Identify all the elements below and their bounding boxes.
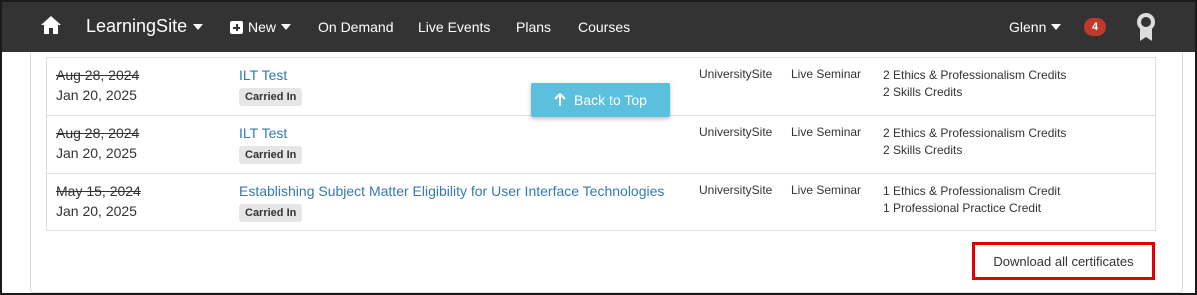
credit-item: 2 Skills Credits xyxy=(883,143,963,157)
course-title-link[interactable]: ILT Test xyxy=(239,125,287,141)
site-name: UniversitySite xyxy=(699,183,773,197)
chevron-down-icon xyxy=(281,24,292,30)
chevron-down-icon xyxy=(1051,24,1062,30)
plus-square-icon xyxy=(230,20,243,34)
carried-in-tag: Carried In xyxy=(239,146,303,164)
course-type: Live Seminar xyxy=(791,183,862,197)
table-row: Aug 28, 2024 Jan 20, 2025 ILT Test Carri… xyxy=(47,115,1155,173)
carried-in-tag: Carried In xyxy=(239,88,303,106)
user-menu[interactable]: Glenn xyxy=(1009,19,1062,35)
arrow-up-icon xyxy=(554,93,566,106)
credit-item: 2 Ethics & Professionalism Credits xyxy=(883,126,1067,140)
completion-date: Jan 20, 2025 xyxy=(56,203,137,219)
new-menu[interactable]: New xyxy=(230,19,292,35)
original-date: Aug 28, 2024 xyxy=(56,67,140,83)
nav-link-on-demand[interactable]: On Demand xyxy=(318,19,393,35)
brand-label: LearningSite xyxy=(86,16,188,36)
course-title-link[interactable]: ILT Test xyxy=(239,67,287,83)
chevron-down-icon xyxy=(193,23,204,30)
credits-list: 1 Ethics & Professionalism Credit 1 Prof… xyxy=(883,183,1060,217)
carried-in-tag: Carried In xyxy=(239,204,303,222)
download-all-certificates-button[interactable]: Download all certificates xyxy=(972,242,1155,280)
table-row: May 15, 2024 Jan 20, 2025 Establishing S… xyxy=(47,173,1155,231)
credit-item: 2 Skills Credits xyxy=(883,85,963,99)
brand-menu[interactable]: LearningSite xyxy=(86,16,204,37)
top-navbar: LearningSite New On Demand Live Events P… xyxy=(2,2,1195,52)
site-name: UniversitySite xyxy=(699,125,773,139)
credit-item: 1 Ethics & Professionalism Credit xyxy=(883,184,1061,198)
nav-link-plans[interactable]: Plans xyxy=(516,19,551,35)
completion-date: Jan 20, 2025 xyxy=(56,145,137,161)
original-date: May 15, 2024 xyxy=(56,183,141,199)
credit-item: 1 Professional Practice Credit xyxy=(883,201,1042,215)
site-name: UniversitySite xyxy=(699,67,773,81)
completion-date: Jan 20, 2025 xyxy=(56,87,137,103)
nav-link-live-events[interactable]: Live Events xyxy=(418,19,490,35)
original-date: Aug 28, 2024 xyxy=(56,125,140,141)
course-title-link[interactable]: Establishing Subject Matter Eligibility … xyxy=(239,183,664,199)
download-label: Download all certificates xyxy=(993,253,1134,269)
home-icon[interactable] xyxy=(40,15,62,35)
credits-list: 2 Ethics & Professionalism Credits 2 Ski… xyxy=(883,125,1066,159)
new-label: New xyxy=(248,19,277,35)
back-to-top-label: Back to Top xyxy=(574,92,647,108)
user-name: Glenn xyxy=(1009,19,1047,35)
notification-badge[interactable]: 4 xyxy=(1084,18,1106,36)
course-type: Live Seminar xyxy=(791,67,862,81)
award-ribbon-icon[interactable] xyxy=(1135,12,1157,42)
back-to-top-button[interactable]: Back to Top xyxy=(531,83,670,117)
credit-item: 2 Ethics & Professionalism Credits xyxy=(883,68,1067,82)
course-type: Live Seminar xyxy=(791,125,862,139)
nav-link-courses[interactable]: Courses xyxy=(578,19,630,35)
credits-list: 2 Ethics & Professionalism Credits 2 Ski… xyxy=(883,67,1066,101)
